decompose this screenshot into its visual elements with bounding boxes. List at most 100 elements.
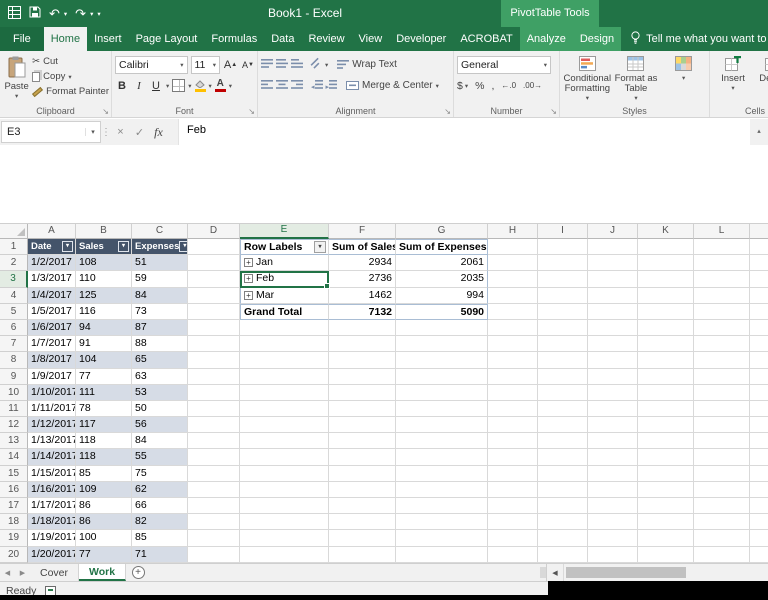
cell-E16[interactable] — [240, 481, 329, 498]
cell-H2[interactable] — [488, 255, 538, 272]
cell-C20[interactable]: 71 — [132, 546, 188, 563]
tab-data[interactable]: Data — [264, 27, 301, 51]
tab-analyze[interactable]: Analyze — [520, 27, 573, 51]
cell-D18[interactable] — [188, 514, 240, 531]
cell-F5[interactable]: 7132 — [329, 303, 396, 320]
cell-C10[interactable]: 53 — [132, 384, 188, 401]
cell-K1[interactable] — [638, 239, 694, 256]
row-header-4[interactable]: 4 — [0, 287, 28, 304]
copy-dropdown-icon[interactable]: ▾ — [68, 73, 71, 81]
conditional-formatting-button[interactable]: Conditional Formatting ▾ — [563, 54, 612, 104]
cell-H12[interactable] — [488, 417, 538, 434]
cell-I6[interactable] — [538, 319, 588, 337]
format-painter-button[interactable]: Format Painter — [32, 84, 109, 99]
cell-G14[interactable] — [396, 449, 488, 466]
cell-I5[interactable] — [538, 303, 588, 320]
cell-D14[interactable] — [188, 449, 240, 466]
cell-I7[interactable] — [538, 336, 588, 353]
align-bottom-button[interactable] — [291, 58, 303, 71]
cell-G1[interactable]: Sum of Expenses — [396, 239, 488, 256]
cell-L16[interactable] — [694, 481, 750, 498]
cell-B12[interactable]: 117 — [76, 417, 132, 434]
row-header-19[interactable]: 19 — [0, 530, 28, 547]
insert-cells-button[interactable]: Insert ▾ — [713, 54, 753, 104]
cell-E14[interactable] — [240, 449, 329, 466]
number-format-select[interactable]: General ▾ — [457, 55, 551, 74]
row-header-7[interactable]: 7 — [0, 336, 28, 353]
cell-D8[interactable] — [188, 352, 240, 369]
row-header-14[interactable]: 14 — [0, 449, 28, 466]
cell-A7[interactable]: 1/7/2017 — [28, 336, 76, 353]
cell-B15[interactable]: 85 — [76, 465, 132, 482]
cell-D7[interactable] — [188, 336, 240, 353]
tab-developer[interactable]: Developer — [389, 27, 453, 51]
cell-G8[interactable] — [396, 352, 488, 369]
cell-M16[interactable] — [750, 481, 768, 498]
cell-D16[interactable] — [188, 481, 240, 498]
cell-L14[interactable] — [694, 449, 750, 466]
cell-B13[interactable]: 118 — [76, 433, 132, 450]
cell-I11[interactable] — [538, 400, 588, 418]
font-color-dropdown-icon[interactable]: ▾ — [229, 82, 232, 90]
cell-A17[interactable]: 1/17/2017 — [28, 498, 76, 515]
row-header-11[interactable]: 11 — [0, 400, 28, 418]
cell-D6[interactable] — [188, 319, 240, 337]
cell-L3[interactable] — [694, 271, 750, 288]
cell-A8[interactable]: 1/8/2017 — [28, 352, 76, 369]
cell-J13[interactable] — [588, 433, 638, 450]
cell-M14[interactable] — [750, 449, 768, 466]
cell-J8[interactable] — [588, 352, 638, 369]
cell-K10[interactable] — [638, 384, 694, 401]
font-family-select[interactable]: Calibri ▾ — [115, 55, 188, 74]
cell-B9[interactable]: 77 — [76, 368, 132, 385]
cell-G17[interactable] — [396, 498, 488, 515]
percent-style-button[interactable]: % — [475, 80, 484, 92]
cell-G4[interactable]: 994 — [396, 287, 488, 304]
cell-H18[interactable] — [488, 514, 538, 531]
cell-A2[interactable]: 1/2/2017 — [28, 255, 76, 272]
cell-E19[interactable] — [240, 530, 329, 547]
font-family-dropdown-icon[interactable]: ▾ — [180, 61, 183, 69]
align-right-button[interactable] — [291, 79, 303, 92]
cell-M10[interactable] — [750, 384, 768, 401]
row-header-20[interactable]: 20 — [0, 546, 28, 563]
increase-indent-button[interactable]: ▸ — [326, 80, 338, 91]
cell-D17[interactable] — [188, 498, 240, 515]
filter-button[interactable]: ▾ — [62, 241, 73, 253]
cell-I1[interactable] — [538, 239, 588, 256]
cell-A20[interactable]: 1/20/2017 — [28, 546, 76, 563]
cell-M2[interactable] — [750, 255, 768, 272]
cell-I17[interactable] — [538, 498, 588, 515]
cell-C17[interactable]: 66 — [132, 498, 188, 515]
cell-A12[interactable]: 1/12/2017 — [28, 417, 76, 434]
cut-button[interactable]: ✂ Cut — [32, 54, 109, 69]
font-color-button[interactable]: A — [214, 78, 226, 92]
decrease-font-button[interactable]: A ▼ — [241, 56, 255, 73]
column-header-H[interactable]: H — [488, 224, 538, 239]
cell-C4[interactable]: 84 — [132, 287, 188, 304]
tell-me-box[interactable]: Tell me what you want to do... — [630, 27, 768, 51]
cancel-entry-button[interactable]: × — [111, 126, 130, 138]
cell-A16[interactable]: 1/16/2017 — [28, 481, 76, 498]
pivot-expand-button[interactable]: + — [244, 274, 253, 284]
tab-view[interactable]: View — [352, 27, 390, 51]
merge-center-dropdown-icon[interactable]: ▾ — [436, 82, 439, 90]
cell-L15[interactable] — [694, 465, 750, 482]
cell-M19[interactable] — [750, 530, 768, 547]
cell-E6[interactable] — [240, 319, 329, 337]
cell-G18[interactable] — [396, 514, 488, 531]
cell-H8[interactable] — [488, 352, 538, 369]
cell-K15[interactable] — [638, 465, 694, 482]
sheet-nav-right-icon[interactable]: ▶ — [15, 564, 30, 581]
cell-J11[interactable] — [588, 400, 638, 418]
borders-dropdown-icon[interactable]: ▾ — [188, 82, 191, 90]
cell-D11[interactable] — [188, 400, 240, 418]
cell-H1[interactable] — [488, 239, 538, 256]
cell-I12[interactable] — [538, 417, 588, 434]
cell-J2[interactable] — [588, 255, 638, 272]
confirm-entry-button[interactable]: ✓ — [130, 126, 149, 139]
format-as-table-dropdown-icon[interactable]: ▾ — [634, 94, 637, 104]
name-box-dropdown-icon[interactable]: ▾ — [85, 128, 100, 136]
cell-I2[interactable] — [538, 255, 588, 272]
cell-B4[interactable]: 125 — [76, 287, 132, 304]
